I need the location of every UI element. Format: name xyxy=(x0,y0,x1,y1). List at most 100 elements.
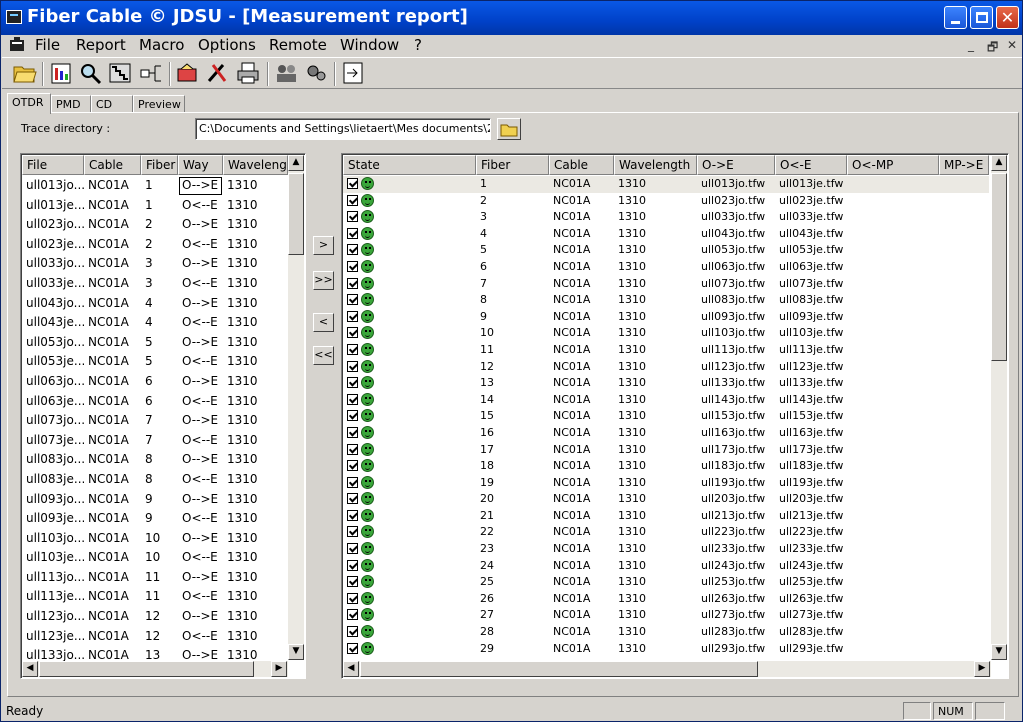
table-row[interactable]: 9 NC01A 1310 ull093jo.tfw ull093je.tfw xyxy=(343,309,989,326)
table-row[interactable]: 22 NC01A 1310 ull223jo.tfw ull223je.tfw xyxy=(343,524,989,541)
macro-icon[interactable] xyxy=(175,61,201,85)
state-cell[interactable] xyxy=(343,591,476,608)
users-icon[interactable] xyxy=(274,61,300,85)
state-cell[interactable] xyxy=(343,392,476,409)
state-cell[interactable] xyxy=(343,226,476,243)
table-row[interactable]: 20 NC01A 1310 ull203jo.tfw ull203je.tfw xyxy=(343,491,989,508)
report-icon[interactable] xyxy=(49,61,75,85)
state-cell[interactable] xyxy=(343,425,476,442)
checkbox-checked-icon[interactable] xyxy=(347,260,358,272)
state-cell[interactable] xyxy=(343,259,476,276)
column-header-state[interactable]: State xyxy=(343,155,476,175)
table-row[interactable]: 11 NC01A 1310 ull113jo.tfw ull113je.tfw xyxy=(343,342,989,359)
state-cell[interactable] xyxy=(343,325,476,342)
table-row[interactable]: 14 NC01A 1310 ull143jo.tfw ull143je.tfw xyxy=(343,392,989,409)
checkbox-checked-icon[interactable] xyxy=(347,493,358,505)
state-cell[interactable] xyxy=(343,491,476,508)
table-row[interactable]: 15 NC01A 1310 ull153jo.tfw ull153je.tfw xyxy=(343,408,989,425)
state-cell[interactable] xyxy=(343,607,476,624)
checkbox-checked-icon[interactable] xyxy=(347,626,358,638)
tab-preview[interactable]: Preview xyxy=(133,95,185,113)
table-row[interactable]: 19 NC01A 1310 ull193jo.tfw ull193je.tfw xyxy=(343,475,989,492)
checkbox-checked-icon[interactable] xyxy=(347,244,358,256)
column-header-wavelength[interactable]: Wavelengt xyxy=(223,155,288,175)
mdi-close-button[interactable]: ✕ xyxy=(1007,38,1017,52)
table-row[interactable]: 21 NC01A 1310 ull213jo.tfw ull213je.tfw xyxy=(343,508,989,525)
scroll-down-icon[interactable]: ▼ xyxy=(991,644,1007,660)
state-cell[interactable] xyxy=(343,442,476,459)
column-header-fiber[interactable]: Fiber xyxy=(476,155,549,175)
add-all-button[interactable]: >> xyxy=(313,271,334,290)
scroll-left-icon[interactable]: ◀ xyxy=(343,661,359,677)
column-header-cable[interactable]: Cable xyxy=(84,155,141,175)
table-row[interactable]: ull093jo... NC01A 9 O-->E 1310 xyxy=(22,490,288,510)
table-row[interactable]: ull123je... NC01A 12 O<--E 1310 xyxy=(22,627,288,647)
state-cell[interactable] xyxy=(343,475,476,492)
scroll-thumb[interactable] xyxy=(360,661,758,677)
checkbox-checked-icon[interactable] xyxy=(347,543,358,555)
maximize-button[interactable] xyxy=(970,6,993,29)
tools-icon[interactable] xyxy=(205,61,231,85)
trace-icon[interactable] xyxy=(108,61,134,85)
search-icon[interactable] xyxy=(78,61,104,85)
table-row[interactable]: 18 NC01A 1310 ull183jo.tfw ull183je.tfw xyxy=(343,458,989,475)
column-header-o-to-e[interactable]: O->E xyxy=(697,155,775,175)
table-row[interactable]: ull103je... NC01A 10 O<--E 1310 xyxy=(22,548,288,568)
table-row[interactable]: 13 NC01A 1310 ull133jo.tfw ull133je.tfw xyxy=(343,375,989,392)
minimize-button[interactable] xyxy=(944,6,967,29)
table-row[interactable]: ull113je... NC01A 11 O<--E 1310 xyxy=(22,587,288,607)
checkbox-checked-icon[interactable] xyxy=(347,327,358,339)
column-header-o-to-mp[interactable]: O<-MP xyxy=(847,155,939,175)
scroll-up-icon[interactable]: ▲ xyxy=(991,155,1007,171)
table-row[interactable]: 26 NC01A 1310 ull263jo.tfw ull263je.tfw xyxy=(343,591,989,608)
checkbox-checked-icon[interactable] xyxy=(347,310,358,322)
column-header-way[interactable]: Way xyxy=(178,155,223,175)
tab-cd[interactable]: CD xyxy=(91,95,133,113)
checkbox-checked-icon[interactable] xyxy=(347,476,358,488)
menu-macro[interactable]: Macro xyxy=(139,36,184,54)
state-cell[interactable] xyxy=(343,458,476,475)
table-row[interactable]: 25 NC01A 1310 ull253jo.tfw ull253je.tfw xyxy=(343,574,989,591)
checkbox-checked-icon[interactable] xyxy=(347,393,358,405)
table-row[interactable]: ull113jo... NC01A 11 O-->E 1310 xyxy=(22,568,288,588)
state-cell[interactable] xyxy=(343,408,476,425)
menu-file[interactable]: File xyxy=(35,36,60,54)
state-cell[interactable] xyxy=(343,558,476,575)
state-cell[interactable] xyxy=(343,209,476,226)
table-row[interactable]: 28 NC01A 1310 ull283jo.tfw ull283je.tfw xyxy=(343,624,989,641)
remove-all-button[interactable]: << xyxy=(313,346,334,365)
table-row[interactable]: ull123jo... NC01A 12 O-->E 1310 xyxy=(22,607,288,627)
left-horizontal-scrollbar[interactable]: ◀ ▶ xyxy=(22,661,288,677)
gears-icon[interactable] xyxy=(304,61,330,85)
table-row[interactable]: 5 NC01A 1310 ull053jo.tfw ull053je.tfw xyxy=(343,242,989,259)
state-cell[interactable] xyxy=(343,359,476,376)
state-cell[interactable] xyxy=(343,292,476,309)
remove-selected-button[interactable]: < xyxy=(313,313,334,332)
table-row[interactable]: ull073je... NC01A 7 O<--E 1310 xyxy=(22,431,288,451)
scroll-right-icon[interactable]: ▶ xyxy=(974,661,990,677)
print-icon[interactable] xyxy=(236,61,262,85)
table-row[interactable]: 27 NC01A 1310 ull273jo.tfw ull273je.tfw xyxy=(343,607,989,624)
table-row[interactable]: ull083jo... NC01A 8 O-->E 1310 xyxy=(22,450,288,470)
right-horizontal-scrollbar[interactable]: ◀ ▶ xyxy=(343,661,991,677)
column-header-file[interactable]: File xyxy=(22,155,84,175)
checkbox-checked-icon[interactable] xyxy=(347,178,358,189)
mdi-restore-button[interactable]: 🗗 xyxy=(987,38,998,59)
trace-directory-field[interactable]: C:\Documents and Settings\lietaert\Mes d… xyxy=(195,118,491,140)
table-row[interactable]: ull023je... NC01A 2 O<--E 1310 xyxy=(22,235,288,255)
state-cell[interactable] xyxy=(343,624,476,641)
column-header-fiber[interactable]: Fiber xyxy=(141,155,178,175)
left-vertical-scrollbar[interactable]: ▲ ▼ xyxy=(288,155,304,660)
checkbox-checked-icon[interactable] xyxy=(347,559,358,571)
scroll-right-icon[interactable]: ▶ xyxy=(271,661,287,677)
checkbox-checked-icon[interactable] xyxy=(347,609,358,621)
scroll-down-icon[interactable]: ▼ xyxy=(288,644,304,660)
mdi-minimize-button[interactable]: _ xyxy=(968,38,974,52)
state-cell[interactable] xyxy=(343,541,476,558)
menu-remote[interactable]: Remote xyxy=(269,36,327,54)
table-row[interactable]: ull023jo... NC01A 2 O-->E 1310 xyxy=(22,215,288,235)
table-row[interactable]: 2 NC01A 1310 ull023jo.tfw ull023je.tfw xyxy=(343,193,989,210)
table-row[interactable]: 23 NC01A 1310 ull233jo.tfw ull233je.tfw xyxy=(343,541,989,558)
table-row[interactable]: ull013je... NC01A 1 O<--E 1310 xyxy=(22,196,288,216)
table-row[interactable]: 8 NC01A 1310 ull083jo.tfw ull083je.tfw xyxy=(343,292,989,309)
